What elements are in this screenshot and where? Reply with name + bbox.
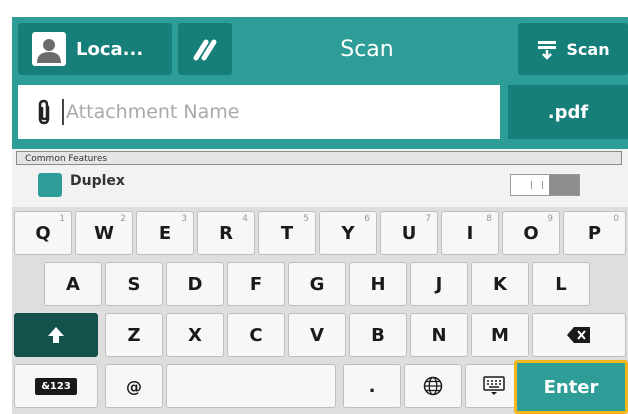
scan-button-label: Scan: [566, 39, 610, 59]
feature-toggle[interactable]: [510, 174, 580, 196]
key-alt-digit: 9: [547, 214, 553, 224]
key-u[interactable]: U7: [380, 211, 438, 255]
key-c[interactable]: C: [227, 313, 285, 357]
key-t[interactable]: T5: [258, 211, 316, 255]
key-z[interactable]: Z: [105, 313, 163, 357]
key-alt-digit: 4: [242, 214, 248, 224]
language-key[interactable]: [404, 364, 462, 408]
key-g[interactable]: G: [288, 262, 346, 306]
key-r[interactable]: R4: [197, 211, 255, 255]
key-at[interactable]: @: [105, 364, 163, 408]
key-alt-digit: 8: [486, 214, 492, 224]
toggle-knob: [549, 175, 579, 195]
key-p[interactable]: P0: [563, 211, 626, 255]
key-y[interactable]: Y6: [319, 211, 377, 255]
double-slash-icon: [193, 39, 217, 61]
page-title: Scan: [340, 36, 394, 62]
common-features-section: Common Features Duplex: [12, 149, 628, 209]
shift-arrow-icon: [48, 327, 64, 343]
key-label: R: [219, 222, 233, 244]
shift-key[interactable]: [14, 313, 98, 357]
key-label: P: [587, 222, 602, 244]
key-m[interactable]: M: [471, 313, 529, 357]
duplex-icon: [38, 173, 62, 197]
key-i[interactable]: I8: [441, 211, 499, 255]
scan-panel: Loca... Scan Scan Attachment Name .pdf C…: [12, 17, 628, 414]
key-label: E: [158, 222, 172, 244]
key-alt-digit: 3: [181, 214, 187, 224]
key-s[interactable]: S: [105, 262, 163, 306]
backspace-icon: [567, 327, 590, 343]
key-alt-digit: 1: [59, 214, 65, 224]
key-label: W: [94, 222, 114, 244]
key-a[interactable]: A: [44, 262, 102, 306]
key-w[interactable]: W2: [75, 211, 133, 255]
onscreen-keyboard: Q1 W2 E3 R4 T5 Y6 U7 I8 O9 P0 A S D F G …: [12, 207, 628, 414]
key-label: I: [466, 222, 474, 244]
key-k[interactable]: K: [471, 262, 529, 306]
scan-icon: [538, 41, 557, 60]
enter-key[interactable]: Enter: [514, 360, 628, 414]
symbols-key[interactable]: &123: [14, 364, 98, 408]
key-v[interactable]: V: [288, 313, 346, 357]
login-button[interactable]: Loca...: [18, 23, 172, 75]
key-j[interactable]: J: [410, 262, 468, 306]
key-period[interactable]: .: [343, 364, 401, 408]
key-label: O: [523, 222, 539, 244]
key-d[interactable]: D: [166, 262, 224, 306]
space-key[interactable]: [166, 364, 336, 408]
key-alt-digit: 6: [364, 214, 370, 224]
text-cursor: [62, 99, 64, 125]
key-label: Y: [341, 222, 355, 244]
feature-shortcut-button[interactable]: [178, 23, 232, 75]
key-n[interactable]: N: [410, 313, 468, 357]
key-h[interactable]: H: [349, 262, 407, 306]
key-alt-digit: 7: [425, 214, 431, 224]
key-f[interactable]: F: [227, 262, 285, 306]
scan-button[interactable]: Scan: [518, 23, 628, 75]
key-label: Q: [35, 222, 51, 244]
key-label: U: [401, 222, 417, 244]
keyboard-icon: [483, 376, 505, 395]
attachment-placeholder: Attachment Name: [66, 101, 240, 123]
key-x[interactable]: X: [166, 313, 224, 357]
key-alt-digit: 5: [303, 214, 309, 224]
globe-icon: [423, 376, 443, 396]
key-q[interactable]: Q1: [14, 211, 72, 255]
key-e[interactable]: E3: [136, 211, 194, 255]
common-features-header: Common Features: [16, 151, 622, 165]
key-alt-digit: 0: [613, 214, 619, 224]
feature-item-label: Duplex: [70, 173, 125, 189]
login-label: Loca...: [76, 38, 144, 60]
backspace-key[interactable]: [532, 313, 626, 357]
symbols-key-label: &123: [35, 377, 77, 395]
key-l[interactable]: L: [532, 262, 590, 306]
toggle-mark: [531, 181, 543, 189]
file-extension-button[interactable]: .pdf: [508, 85, 628, 139]
user-avatar-icon: [32, 32, 66, 66]
key-label: T: [280, 222, 294, 244]
key-b[interactable]: B: [349, 313, 407, 357]
key-o[interactable]: O9: [502, 211, 560, 255]
paperclip-icon: [38, 99, 50, 125]
attachment-name-input[interactable]: Attachment Name: [18, 85, 500, 139]
key-alt-digit: 2: [120, 214, 126, 224]
